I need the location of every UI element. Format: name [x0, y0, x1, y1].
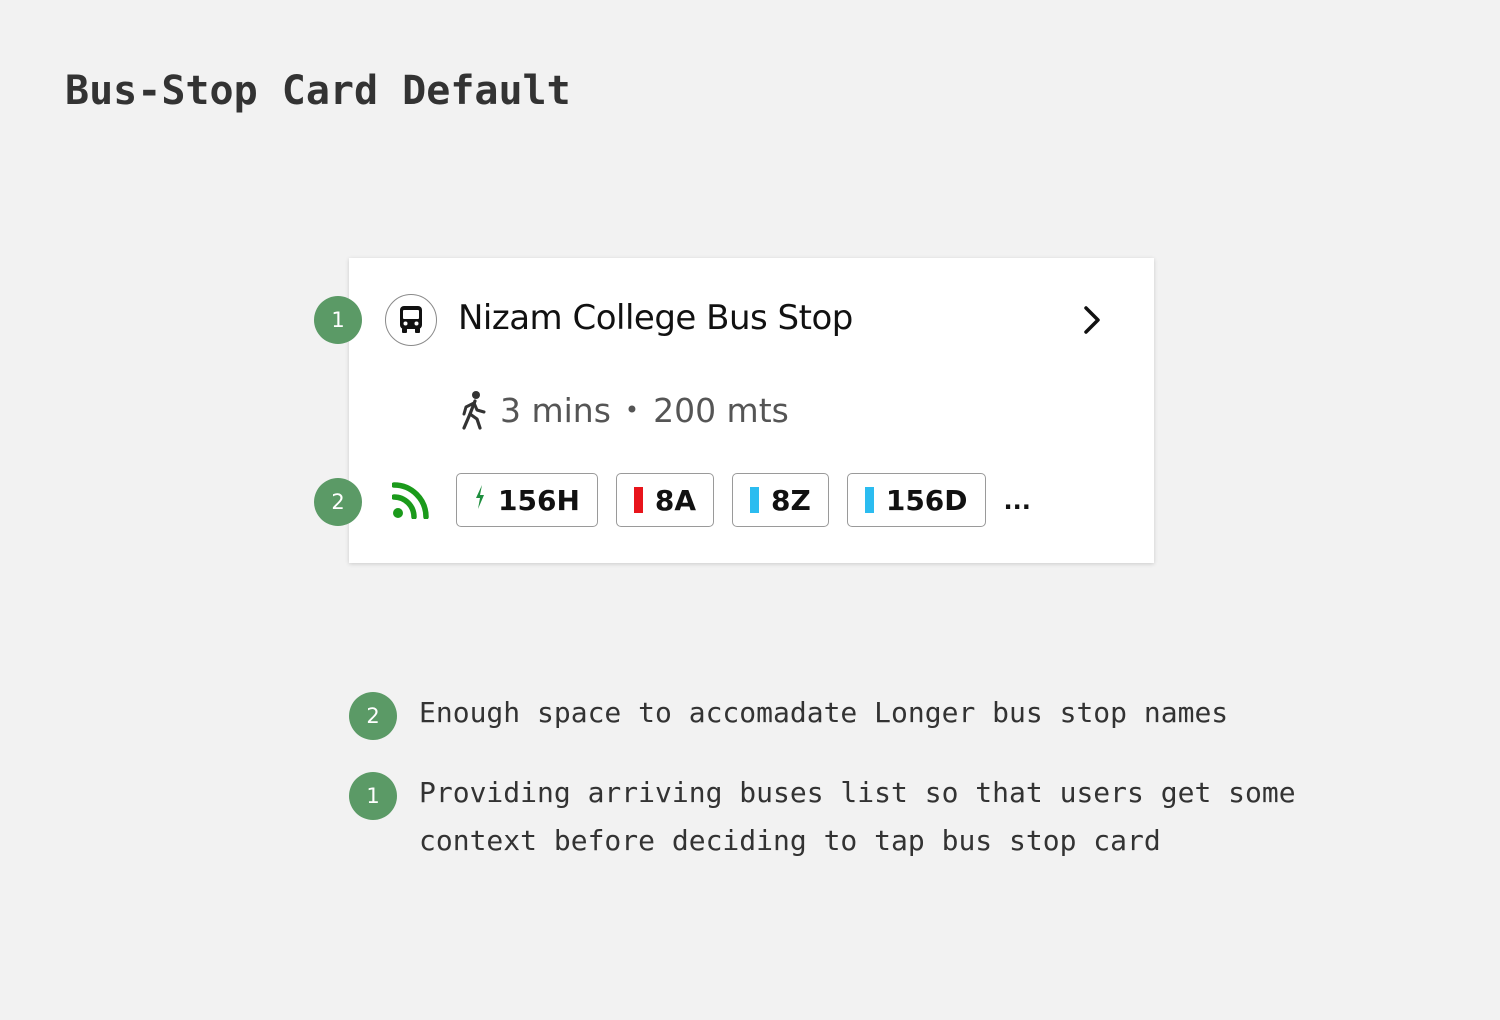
- walk-time: 3 mins: [500, 390, 611, 430]
- walking-icon: [462, 391, 486, 430]
- separator-dot: •: [624, 396, 640, 424]
- annotation-marker-2: 2: [314, 478, 362, 526]
- chevron-right-icon[interactable]: [1078, 303, 1106, 337]
- route-label: 156D: [885, 483, 968, 517]
- note-marker: 2: [349, 692, 397, 740]
- route-color-bar: [750, 487, 760, 513]
- bus-stop-name[interactable]: Nizam College Bus Stop: [458, 298, 853, 338]
- lightning-icon: [474, 484, 486, 517]
- bus-icon: [385, 294, 437, 346]
- route-label: 8Z: [771, 483, 811, 517]
- route-label: 8A: [654, 483, 697, 517]
- walk-info: 3 mins • 200 mts: [458, 386, 789, 434]
- live-signal-icon: [392, 482, 429, 519]
- page-title: Bus-Stop Card Default: [65, 68, 571, 114]
- annotation-marker-1: 1: [314, 296, 362, 344]
- route-label: 156H: [498, 483, 580, 517]
- note-text: Enough space to accomadate Longer bus st…: [419, 696, 1229, 729]
- walk-distance: 200 mts: [653, 390, 789, 430]
- route-chip[interactable]: 156D: [846, 473, 986, 527]
- route-color-bar: [633, 487, 643, 513]
- route-chip[interactable]: 8A: [615, 473, 715, 527]
- note-text: Providing arriving buses list so that us…: [419, 776, 1296, 857]
- note-item: 1 Providing arriving buses list so that …: [349, 772, 1319, 865]
- note-marker: 1: [349, 772, 397, 820]
- route-color-bar: [864, 487, 874, 513]
- route-chip[interactable]: 8Z: [732, 473, 829, 527]
- note-item: 2 Enough space to accomadate Longer bus …: [349, 692, 1319, 740]
- route-chip[interactable]: 156H: [456, 473, 598, 527]
- arriving-routes-list: 156H 8A 8Z 156D...: [456, 472, 1031, 528]
- more-routes-indicator[interactable]: ...: [1004, 485, 1031, 515]
